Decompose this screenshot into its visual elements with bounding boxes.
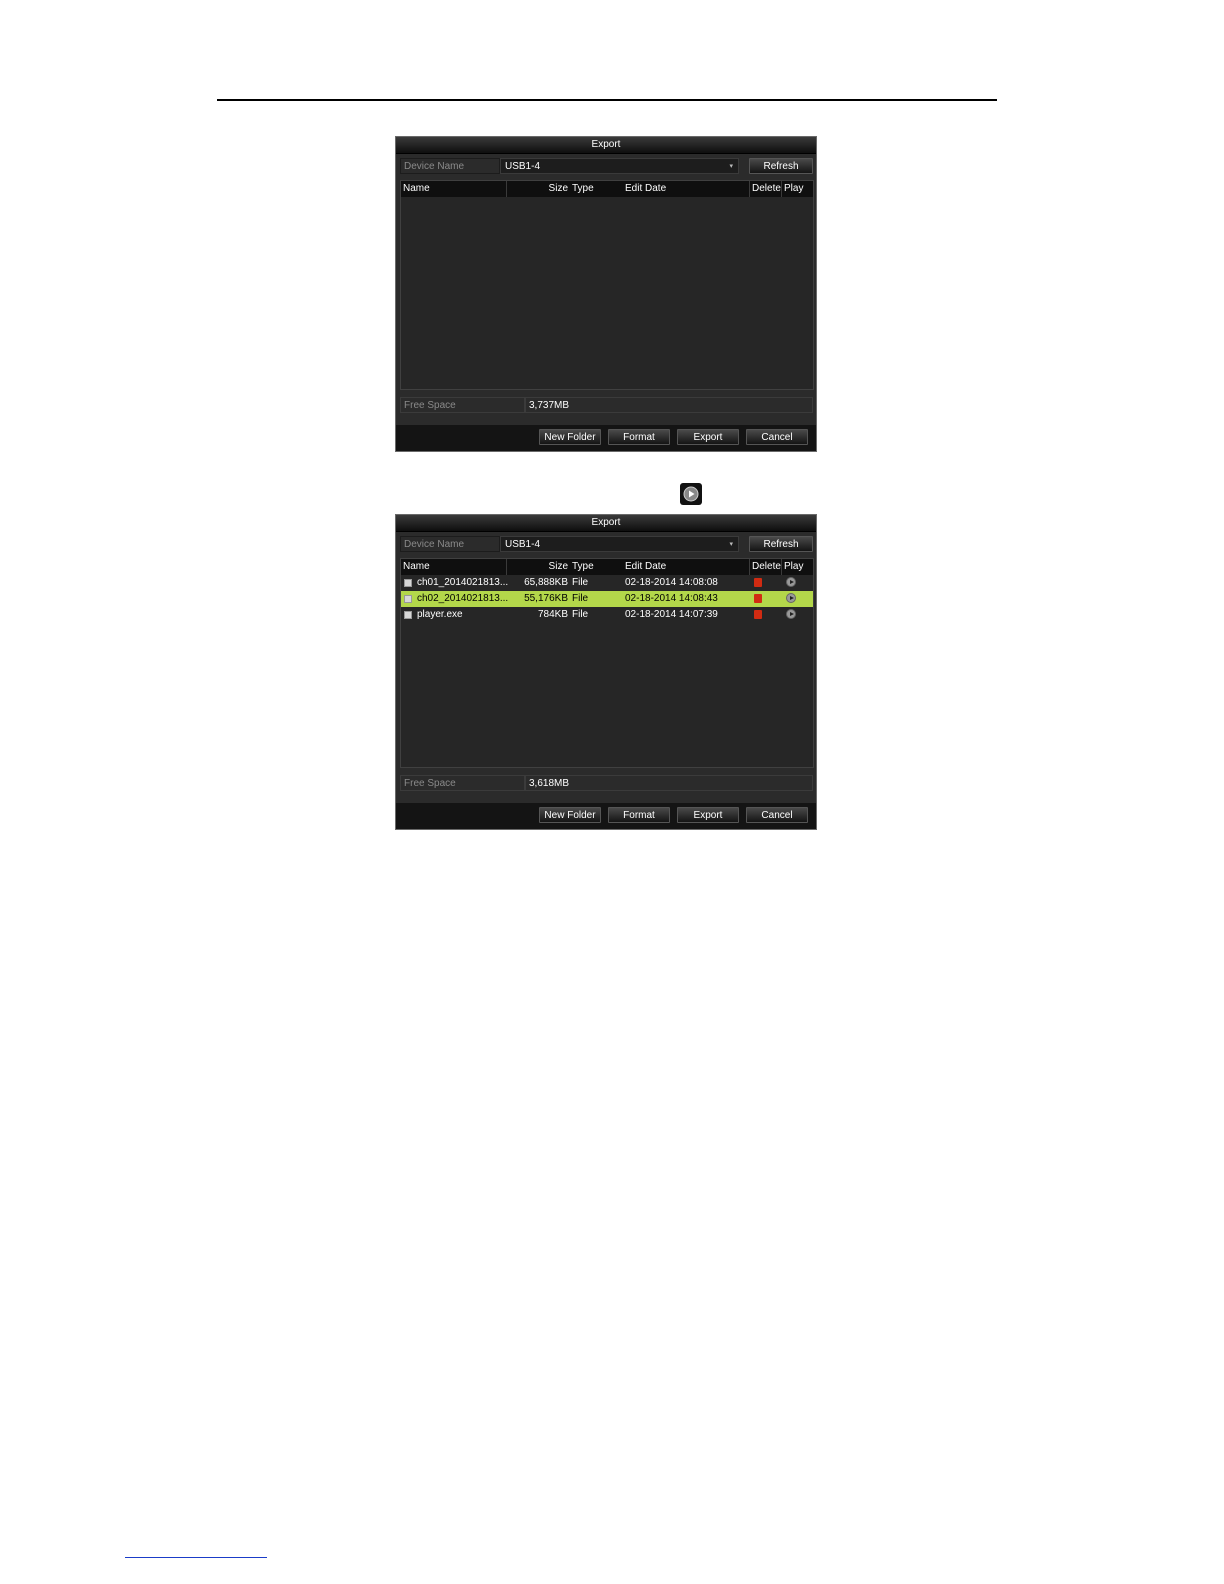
- device-name-select[interactable]: USB1-4 ▾: [500, 536, 739, 552]
- play-icon: [786, 609, 796, 619]
- column-header-type[interactable]: Type: [570, 181, 623, 197]
- device-row: Device Name USB1-4 ▾ Refresh: [400, 158, 813, 176]
- chevron-down-icon: ▾: [729, 541, 733, 548]
- column-header-delete[interactable]: Delete: [750, 181, 782, 197]
- column-header-play[interactable]: Play: [782, 559, 812, 575]
- header-rule: [217, 99, 997, 101]
- play-icon: [786, 577, 796, 587]
- dialog-title: Export: [396, 515, 816, 532]
- dialog-footer: New Folder Format Export Cancel: [396, 803, 816, 829]
- format-button[interactable]: Format: [608, 429, 670, 445]
- file-table: Name Size Type Edit Date Delete Play: [400, 180, 814, 390]
- table-header: Name Size Type Edit Date Delete Play: [401, 181, 813, 197]
- export-button[interactable]: Export: [677, 807, 739, 823]
- dialog-footer: New Folder Format Export Cancel: [396, 425, 816, 451]
- play-icon: [786, 593, 796, 603]
- device-row: Device Name USB1-4 ▾ Refresh: [400, 536, 813, 554]
- footnote-rule: [125, 1557, 267, 1558]
- column-header-delete[interactable]: Delete: [750, 559, 782, 575]
- table-body: ch01_2014021813... 65,888KB File 02-18-2…: [401, 575, 813, 623]
- device-name-value: USB1-4: [505, 161, 541, 172]
- refresh-button[interactable]: Refresh: [749, 158, 813, 174]
- column-header-name[interactable]: Name: [401, 181, 507, 197]
- column-header-size[interactable]: Size: [507, 559, 570, 575]
- device-name-select[interactable]: USB1-4 ▾: [500, 158, 739, 174]
- free-space-label: Free Space: [400, 397, 525, 413]
- trash-icon: [754, 610, 762, 619]
- column-header-size[interactable]: Size: [507, 181, 570, 197]
- file-type: File: [572, 593, 589, 604]
- table-row[interactable]: ch01_2014021813... 65,888KB File 02-18-2…: [401, 575, 813, 591]
- file-size: 55,176KB: [524, 593, 568, 604]
- row-checkbox[interactable]: [404, 611, 412, 619]
- row-checkbox[interactable]: [404, 595, 412, 603]
- free-space-value: 3,737MB: [525, 397, 813, 413]
- column-header-name[interactable]: Name: [401, 559, 507, 575]
- file-edit-date: 02-18-2014 14:08:08: [625, 577, 718, 588]
- file-size: 784KB: [537, 609, 568, 620]
- file-type: File: [572, 577, 589, 588]
- delete-button[interactable]: [754, 610, 766, 626]
- column-header-type[interactable]: Type: [570, 559, 623, 575]
- dialog-title: Export: [396, 137, 816, 154]
- file-name: ch01_2014021813...: [417, 577, 509, 588]
- free-space-row: Free Space 3,737MB: [400, 397, 813, 413]
- cancel-button[interactable]: Cancel: [746, 429, 808, 445]
- export-button[interactable]: Export: [677, 429, 739, 445]
- free-space-label: Free Space: [400, 775, 525, 791]
- file-size: 65,888KB: [524, 577, 568, 588]
- trash-icon: [754, 594, 762, 603]
- chevron-down-icon: ▾: [729, 163, 733, 170]
- device-name-label: Device Name: [400, 536, 500, 552]
- new-folder-button[interactable]: New Folder: [539, 429, 601, 445]
- file-name: player.exe: [417, 609, 463, 620]
- free-space-row: Free Space 3,618MB: [400, 775, 813, 791]
- row-checkbox[interactable]: [404, 579, 412, 587]
- new-folder-button[interactable]: New Folder: [539, 807, 601, 823]
- export-dialog-empty: Export Device Name USB1-4 ▾ Refresh Name…: [395, 136, 817, 452]
- table-row[interactable]: ch02_2014021813... 55,176KB File 02-18-2…: [401, 591, 813, 607]
- column-header-edit-date[interactable]: Edit Date: [623, 559, 750, 575]
- device-name-value: USB1-4: [505, 539, 541, 550]
- column-header-edit-date[interactable]: Edit Date: [623, 181, 750, 197]
- column-header-play[interactable]: Play: [782, 181, 812, 197]
- trash-icon: [754, 578, 762, 587]
- file-edit-date: 02-18-2014 14:08:43: [625, 593, 718, 604]
- table-row[interactable]: player.exe 784KB File 02-18-2014 14:07:3…: [401, 607, 813, 623]
- table-header: Name Size Type Edit Date Delete Play: [401, 559, 813, 575]
- refresh-button[interactable]: Refresh: [749, 536, 813, 552]
- play-button[interactable]: [786, 609, 798, 625]
- export-dialog-files: Export Device Name USB1-4 ▾ Refresh Name…: [395, 514, 817, 830]
- file-type: File: [572, 609, 589, 620]
- file-name: ch02_2014021813...: [417, 593, 509, 604]
- play-circle-icon: [680, 483, 702, 505]
- file-edit-date: 02-18-2014 14:07:39: [625, 609, 718, 620]
- file-table: Name Size Type Edit Date Delete Play ch0…: [400, 558, 814, 768]
- cancel-button[interactable]: Cancel: [746, 807, 808, 823]
- free-space-value: 3,618MB: [525, 775, 813, 791]
- format-button[interactable]: Format: [608, 807, 670, 823]
- device-name-label: Device Name: [400, 158, 500, 174]
